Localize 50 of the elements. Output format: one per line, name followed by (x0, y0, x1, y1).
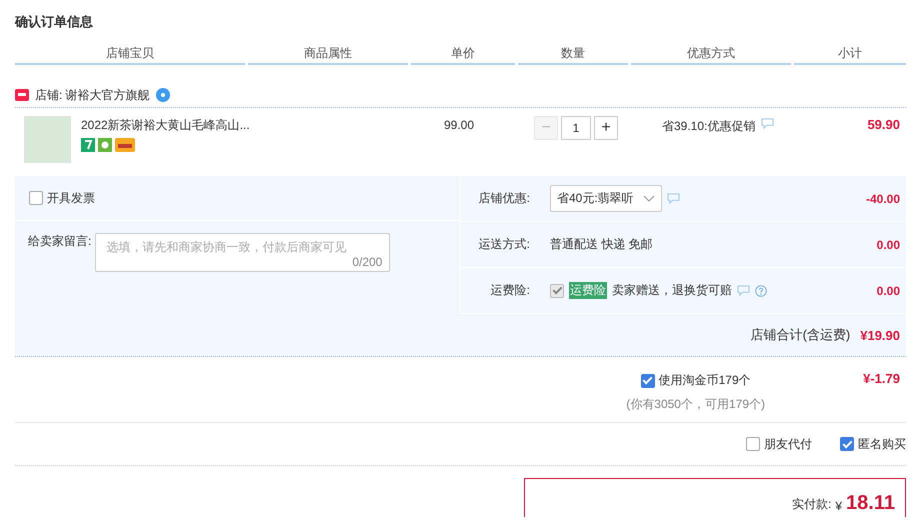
seven-day-icon (81, 138, 95, 152)
column-header: 单价 (411, 45, 515, 65)
coins-discount: ¥-1.79 (862, 370, 901, 388)
field-label: 店铺优惠: (478, 190, 531, 207)
payment-amount: 18.11 (846, 491, 895, 516)
quantity-field[interactable]: 1 (561, 116, 591, 140)
invoice-label: 开具发票 (47, 190, 95, 206)
amount: -40.00 (866, 192, 901, 206)
column-header: 小计 (794, 45, 906, 65)
amount: 0.00 (876, 238, 901, 252)
currency-sign: ¥ (835, 499, 842, 515)
page-title: 确认订单信息 (15, 13, 94, 31)
plus-button[interactable]: + (594, 116, 618, 140)
comment-icon (761, 118, 774, 129)
unit-price: 99.00 (444, 117, 476, 134)
column-header: 商品属性 (248, 45, 408, 65)
checkbox[interactable] (746, 437, 760, 451)
insurance-tag: 运费险 (569, 282, 607, 299)
badge-icon (98, 138, 112, 152)
payment-label: 实付款: (792, 496, 832, 513)
character-counter: 0/200 (352, 256, 382, 269)
caret-icon (642, 194, 655, 202)
comment-icon (737, 285, 750, 296)
product-title[interactable]: 2022新茶谢裕大黄山毛峰高山... (81, 117, 250, 134)
shipping-method: 普通配送 快递 免邮 (550, 236, 653, 253)
coins-note: (你有3050个，可用179个) (626, 396, 765, 413)
shop-total-label: 店铺合计(含运费) (750, 326, 850, 344)
option-label: 朋友代付 (764, 436, 812, 452)
checkbox[interactable] (640, 374, 655, 388)
coins-label: 使用淘金币179个 (658, 372, 751, 389)
option-label: 匿名购买 (858, 436, 906, 452)
shop-badge-icon (15, 89, 29, 101)
help-icon (755, 284, 767, 296)
discount-text: 省39.10:优惠促销 (662, 118, 756, 135)
field-label: 运送方式: (478, 236, 531, 253)
message-label: 给卖家留言: (28, 233, 92, 250)
column-header: 数量 (518, 45, 628, 65)
amount: 0.00 (876, 284, 901, 298)
column-header: 店铺宝贝 (15, 45, 245, 65)
comment-icon (666, 193, 680, 204)
checkbox[interactable] (29, 191, 43, 205)
shop-name[interactable]: 店铺: 谢裕大官方旗舰 (35, 86, 150, 104)
field-label: 运费险: (490, 282, 531, 299)
insurance-text: 卖家赠送，退换货可赔 (612, 282, 732, 299)
column-header: 优惠方式 (631, 45, 791, 65)
shop-total: ¥19.90 (860, 328, 900, 342)
card-icon (115, 138, 135, 152)
subtotal: 59.90 (866, 116, 901, 134)
checkbox[interactable] (840, 437, 854, 451)
coupon-dropdown[interactable]: 省40元:翡翠听 (550, 185, 662, 212)
